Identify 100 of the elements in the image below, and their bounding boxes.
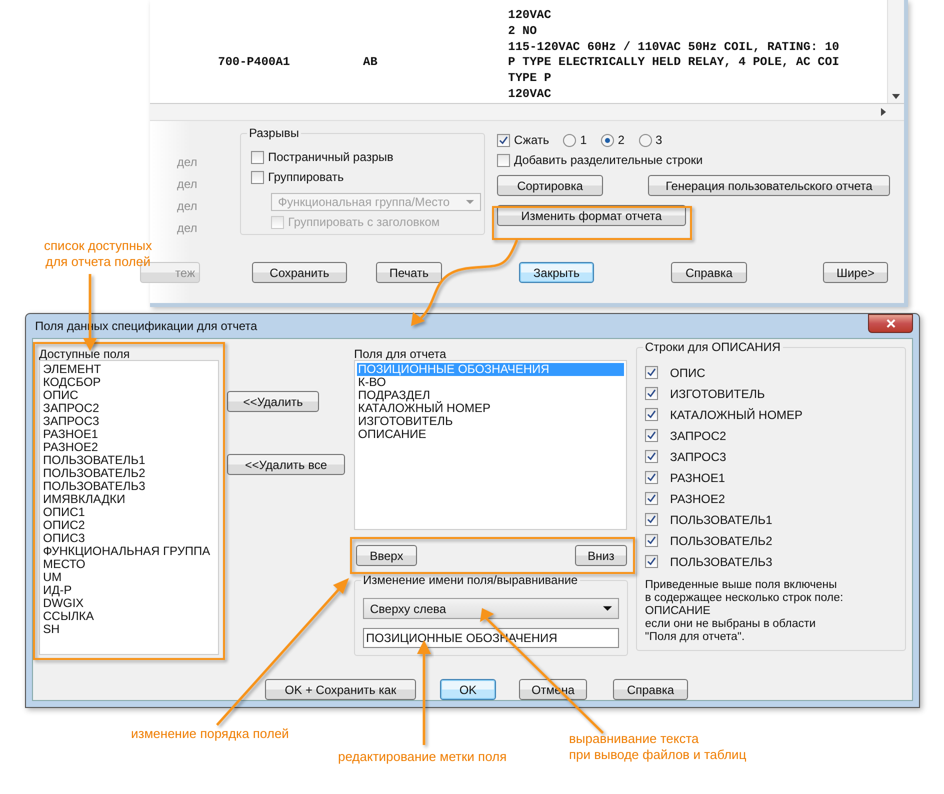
description-text: 115-120VAC 60Hz / 110VAC 50Hz COIL, RATING: 10 xyxy=(508,40,840,54)
checkbox-label: ОПИС xyxy=(670,366,706,380)
part-number: 700-P400A1 xyxy=(218,55,290,70)
dialog-button[interactable]: Сохранить xyxy=(252,262,347,283)
checkbox[interactable] xyxy=(645,450,658,463)
checkbox-label: ИЗГОТОВИТЕЛЬ xyxy=(670,386,765,400)
list-item[interactable]: РАЗНОЕ1 xyxy=(42,428,216,441)
checkbox[interactable] xyxy=(645,408,658,421)
vertical-scrollbar[interactable] xyxy=(887,0,904,103)
list-item[interactable]: DWGIX xyxy=(42,597,216,610)
list-item[interactable]: ИД-Р xyxy=(42,584,216,597)
description-text: 120VAC xyxy=(508,8,552,22)
horizontal-scrollbar[interactable] xyxy=(150,104,904,121)
checkbox-label: Группировать xyxy=(268,170,344,184)
remove-all-button[interactable]: <<Удалить все xyxy=(227,454,345,475)
checkbox[interactable] xyxy=(645,555,658,568)
sort-button[interactable]: Сортировка xyxy=(497,175,603,196)
list-item[interactable]: SH xyxy=(42,623,216,636)
up-button[interactable]: Вверх xyxy=(356,545,417,566)
list-item[interactable]: ОПИС xyxy=(42,389,216,402)
note-text: Приведенные выше поля включены в содержащее несколько строк поле: ОПИСАНИЕ если они не выбраны в области "Поля для отчета". xyxy=(645,579,844,644)
checkbox-label: РАЗНОЕ2 xyxy=(670,492,725,506)
description-text: P TYPE ELECTRICALLY HELD RELAY, 4 POLE, AC COI xyxy=(508,55,840,70)
list-item[interactable]: КОДСБОР xyxy=(42,376,216,389)
change-format-button[interactable]: Изменить формат отчета xyxy=(497,205,686,226)
list-item[interactable]: ИМЯВКЛАДКИ xyxy=(42,493,216,506)
description-text: 2 NO xyxy=(508,24,537,38)
option-label: дел xyxy=(177,177,198,191)
available-fields-list[interactable]: ЭЛЕМЕНТ КОДСБОР ОПИС ЗАПРОС2 ЗАПРОС3 РАЗНОЕ1 РАЗНОЕ2 ПОЛЬЗОВАТЕЛЬ1 ПОЛЬЗОВАТЕЛЬ2 ПОЛЬЗОВАТЕЛЬ3 ИМЯВКЛАДКИ ОПИС1 ОПИС2 ОПИС3 ФУНКЦИОНАЛЬНАЯ ГРУППА МЕСТО UM ИД-Р DWGIX ССЫЛКА SH xyxy=(39,360,219,655)
group-title: Изменение имени поля/выравнивание xyxy=(361,574,580,587)
list-item[interactable]: ЗАПРОС3 xyxy=(42,415,216,428)
callout-text: редактирование метки поля xyxy=(338,749,507,765)
callout-text: изменение порядка полей xyxy=(131,726,289,742)
down-button[interactable]: Вниз xyxy=(575,545,627,566)
remove-button[interactable]: <<Удалить xyxy=(227,391,319,412)
radio-label: 3 xyxy=(656,133,662,147)
checkbox[interactable] xyxy=(645,492,658,505)
group-title: Разрывы xyxy=(247,127,301,140)
checkbox-label: РАЗНОЕ1 xyxy=(670,470,725,484)
dialog-button[interactable]: OK xyxy=(440,679,496,700)
dialog-button[interactable]: OK + Сохранить как xyxy=(265,679,416,700)
radio-button[interactable] xyxy=(638,134,652,146)
dialog-button[interactable]: Справка xyxy=(613,679,688,700)
dialog-button[interactable]: Печать xyxy=(376,262,442,283)
report-fields-list[interactable]: ПОЗИЦИОННЫЕ ОБОЗНАЧЕНИЯ К-ВО ПОДРАЗДЕЛ КАТАЛОЖНЫЙ НОМЕР ИЗГОТОВИТЕЛЬ ОПИСАНИЕ xyxy=(354,360,627,530)
list-item[interactable]: К-ВО xyxy=(357,376,624,389)
list-item[interactable]: ПОЛЬЗОВАТЕЛЬ2 xyxy=(42,467,216,480)
checkbox[interactable] xyxy=(645,387,658,400)
radio-label: 2 xyxy=(618,133,624,147)
list-item[interactable]: ЭЛЕМЕНТ xyxy=(42,363,216,376)
checkbox[interactable] xyxy=(251,150,264,164)
checkbox-label: КАТАЛОЖНЫЙ НОМЕР xyxy=(670,408,803,422)
scroll-down-icon[interactable] xyxy=(892,94,900,99)
option-label: дел xyxy=(177,155,198,169)
dialog-button[interactable]: Закрыть xyxy=(519,262,594,283)
checkbox-label: ПОЛЬЗОВАТЕЛЬ3 xyxy=(670,554,772,568)
radio-button[interactable] xyxy=(563,134,576,146)
description-text: 120VAC xyxy=(508,86,552,101)
checkbox[interactable] xyxy=(645,471,658,484)
radio-label: 1 xyxy=(580,133,587,147)
checkbox[interactable] xyxy=(645,366,658,379)
list-item[interactable]: ЗАПРОС2 xyxy=(42,402,216,415)
dialog-button[interactable]: Справка xyxy=(671,262,747,283)
list-item[interactable]: UM xyxy=(42,571,216,584)
list-item[interactable]: ОПИС1 xyxy=(42,506,216,519)
list-item[interactable]: ССЫЛКА xyxy=(42,610,216,623)
list-item[interactable]: ФУНКЦИОНАЛЬНАЯ ГРУППА xyxy=(42,545,216,558)
checkbox-label: ПОЛЬЗОВАТЕЛЬ2 xyxy=(670,534,772,548)
option-label: дел xyxy=(177,221,198,235)
list-item[interactable]: ПОДРАЗДЕЛ xyxy=(357,389,624,402)
radio-button[interactable] xyxy=(600,134,614,146)
checkbox-label: Сжать xyxy=(514,133,550,147)
list-label: Доступные поля xyxy=(39,348,131,360)
description-text: TYPE P xyxy=(508,71,552,86)
checkbox-label: ЗАПРОС2 xyxy=(670,428,726,442)
checkbox[interactable] xyxy=(645,513,658,526)
list-item[interactable]: КАТАЛОЖНЫЙ НОМЕР xyxy=(357,402,624,415)
custom-report-button[interactable]: Генерация пользовательского отчета xyxy=(648,175,890,196)
list-item[interactable]: ПОЛЬЗОВАТЕЛЬ1 xyxy=(42,454,216,467)
checkbox[interactable] xyxy=(251,170,264,184)
checkbox-label: Группировать с заголовком xyxy=(288,215,440,229)
dropdown-arrow-icon[interactable] xyxy=(603,606,612,611)
list-item[interactable]: ОПИСАНИЕ xyxy=(357,428,624,441)
group-title: Строки для ОПИСАНИЯ xyxy=(643,341,783,354)
scroll-right-icon[interactable] xyxy=(881,108,886,116)
list-item[interactable]: РАЗНОЕ2 xyxy=(42,441,216,454)
list-label: Поля для отчета xyxy=(354,348,448,360)
checkbox[interactable] xyxy=(497,154,510,166)
list-item[interactable]: ИЗГОТОВИТЕЛЬ xyxy=(357,415,624,428)
checkbox[interactable] xyxy=(645,429,658,442)
list-item[interactable]: МЕСТО xyxy=(42,558,216,571)
checkbox[interactable] xyxy=(497,134,510,146)
list-item[interactable]: ПОЛЬЗОВАТЕЛЬ3 xyxy=(42,480,216,493)
close-icon[interactable] xyxy=(886,318,896,328)
list-item[interactable]: ОПИС3 xyxy=(42,532,216,545)
list-item[interactable]: ОПИС2 xyxy=(42,519,216,532)
checkbox[interactable] xyxy=(645,534,658,547)
close-button[interactable] xyxy=(868,314,913,332)
dialog-button[interactable]: Шире> xyxy=(823,262,888,283)
alignment-dropdown[interactable]: Сверху слева xyxy=(363,598,619,619)
